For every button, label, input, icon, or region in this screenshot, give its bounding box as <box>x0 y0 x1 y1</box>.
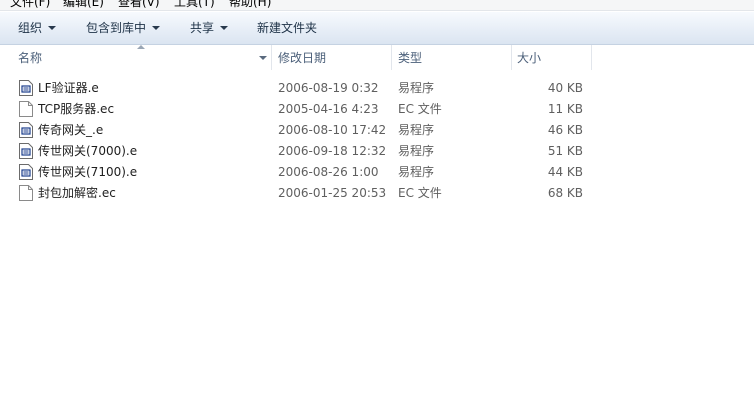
column-divider[interactable] <box>391 45 392 70</box>
e-program-icon <box>19 122 33 138</box>
file-row[interactable]: TCP服务器.ec 2005-04-16 4:23 EC 文件 11 KB <box>0 98 600 119</box>
file-row[interactable]: 传世网关(7000).e 2006-09-18 12:32 易程序 51 KB <box>0 140 600 161</box>
file-size: 44 KB <box>547 165 583 179</box>
file-size: 46 KB <box>547 123 583 137</box>
e-program-icon <box>19 80 33 96</box>
generic-file-icon <box>19 185 33 201</box>
column-header-date-label: 修改日期 <box>278 51 327 65</box>
menu-view[interactable]: 查看(V) <box>118 0 160 10</box>
include-in-library-button[interactable]: 包含到库中 <box>86 12 161 44</box>
file-row[interactable]: LF验证器.e 2006-08-19 0:32 易程序 40 KB <box>0 77 600 98</box>
include-in-library-label: 包含到库中 <box>86 21 147 35</box>
column-divider[interactable] <box>271 45 272 70</box>
menu-edit[interactable]: 编辑(E) <box>63 0 104 10</box>
new-folder-button[interactable]: 新建文件夹 <box>257 12 317 44</box>
organize-label: 组织 <box>18 21 43 35</box>
file-name: 封包加解密.ec <box>38 186 116 200</box>
file-type: EC 文件 <box>398 102 442 116</box>
file-date-modified: 2006-08-10 17:42 <box>278 123 387 137</box>
e-program-icon <box>19 164 33 180</box>
chevron-down-icon <box>220 25 229 30</box>
file-type: 易程序 <box>398 165 435 179</box>
file-size: 51 KB <box>547 144 583 158</box>
file-date-modified: 2006-01-25 20:53 <box>278 186 387 200</box>
file-name: LF验证器.e <box>38 81 99 95</box>
file-date-modified: 2006-09-18 12:32 <box>278 144 387 158</box>
file-name: 传奇网关_.e <box>38 123 104 137</box>
share-label: 共享 <box>190 21 215 35</box>
file-type: EC 文件 <box>398 186 442 200</box>
column-header-size[interactable]: 大小 <box>512 45 592 70</box>
file-row[interactable]: 传奇网关_.e 2006-08-10 17:42 易程序 46 KB <box>0 119 600 140</box>
file-size: 40 KB <box>547 81 583 95</box>
chevron-down-icon <box>48 25 57 30</box>
new-folder-label: 新建文件夹 <box>257 21 318 35</box>
column-header-type[interactable]: 类型 <box>393 45 511 70</box>
column-divider[interactable] <box>591 45 592 70</box>
e-program-icon <box>19 143 33 159</box>
sort-ascending-icon <box>137 45 145 49</box>
chevron-down-icon <box>152 25 161 30</box>
column-header-row: 名称 修改日期 类型 大小 <box>0 45 754 70</box>
organize-button[interactable]: 组织 <box>18 12 57 44</box>
menu-bar: 文件(F) 编辑(E) 查看(V) 工具(T) 帮助(H) <box>0 0 754 11</box>
file-name: 传世网关(7100).e <box>38 165 138 179</box>
column-header-name-label: 名称 <box>18 51 43 65</box>
file-row[interactable]: 传世网关(7100).e 2006-08-26 1:00 易程序 44 KB <box>0 161 600 182</box>
file-type: 易程序 <box>398 81 435 95</box>
command-toolbar: 组织 包含到库中 共享 新建文件夹 <box>0 12 754 45</box>
column-filter-dropdown-icon[interactable] <box>259 56 267 60</box>
file-size: 11 KB <box>547 102 583 116</box>
column-header-date-modified[interactable]: 修改日期 <box>273 45 391 70</box>
file-date-modified: 2006-08-26 1:00 <box>278 165 379 179</box>
share-button[interactable]: 共享 <box>190 12 229 44</box>
file-name: 传世网关(7000).e <box>38 144 138 158</box>
file-date-modified: 2006-08-19 0:32 <box>278 81 379 95</box>
file-size: 68 KB <box>547 186 583 200</box>
column-header-type-label: 类型 <box>398 51 423 65</box>
file-type: 易程序 <box>398 123 435 137</box>
file-row[interactable]: 封包加解密.ec 2006-01-25 20:53 EC 文件 68 KB <box>0 182 600 203</box>
file-type: 易程序 <box>398 144 435 158</box>
column-header-size-label: 大小 <box>517 51 542 65</box>
menu-help[interactable]: 帮助(H) <box>229 0 271 10</box>
menu-tools[interactable]: 工具(T) <box>174 0 215 10</box>
file-name: TCP服务器.ec <box>38 102 115 116</box>
menu-file[interactable]: 文件(F) <box>10 0 50 10</box>
generic-file-icon <box>19 101 33 117</box>
file-date-modified: 2005-04-16 4:23 <box>278 102 379 116</box>
